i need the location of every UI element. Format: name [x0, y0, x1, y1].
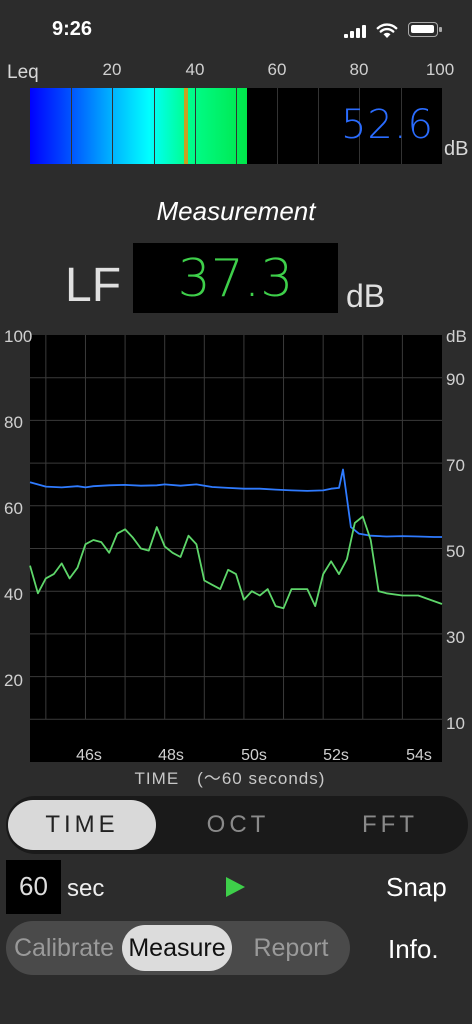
level-meter-fill: [30, 88, 247, 164]
y-right-unit: dB: [446, 327, 467, 346]
meter-tick: 20: [102, 60, 122, 79]
y-left-tick: 100: [4, 327, 32, 346]
y-right-tick: 10: [446, 714, 465, 733]
duration-unit: sec: [67, 875, 105, 902]
battery-icon: [408, 22, 442, 37]
level-meter: 52.6: [30, 88, 442, 164]
x-tick: 52s: [323, 747, 349, 764]
meter-unit: dB: [444, 138, 469, 160]
x-tick: 46s: [76, 747, 102, 764]
y-right-tick: 30: [446, 628, 465, 647]
x-tick: 54s: [406, 747, 432, 764]
x-axis-label: TIME (～60 seconds): [135, 769, 326, 788]
mode-calibrate[interactable]: Calibrate: [10, 925, 118, 971]
page-title: Measurement: [156, 196, 316, 226]
wifi-icon: [376, 23, 398, 38]
meter-tick: 100: [425, 60, 455, 79]
tab-time[interactable]: TIME: [8, 800, 156, 850]
meter-label: Leq: [7, 62, 39, 83]
y-left-tick: 20: [4, 671, 23, 690]
snap-button[interactable]: Snap: [386, 872, 447, 903]
view-segmented-control: TIME OCT FFT: [6, 796, 468, 854]
time-history-chart: 100 80 60 40 20 dB 90 70 50 30 10 46s 48…: [4, 327, 467, 788]
y-left-tick: 40: [4, 585, 23, 604]
reading-value: 37.3: [177, 249, 294, 309]
meter-tick: 80: [349, 60, 369, 79]
tab-fft[interactable]: FFT: [316, 800, 464, 850]
meter-tick: 40: [185, 60, 205, 79]
status-time: 9:26: [52, 18, 93, 40]
duration-field[interactable]: 60: [6, 860, 61, 914]
play-icon[interactable]: [222, 874, 248, 900]
y-right-tick: 90: [446, 370, 465, 389]
cellular-signal-icon: [344, 25, 366, 38]
mode-report[interactable]: Report: [236, 925, 346, 971]
meter-tick: 60: [267, 60, 287, 79]
info-button[interactable]: Info.: [388, 934, 439, 965]
x-tick: 48s: [158, 747, 184, 764]
mode-measure[interactable]: Measure: [122, 925, 232, 971]
y-right-tick: 70: [446, 456, 465, 475]
x-tick: 50s: [241, 747, 267, 764]
duration-value: 60: [19, 871, 48, 901]
reading-unit: dB: [346, 278, 386, 314]
y-left-tick: 60: [4, 499, 23, 518]
mode-segmented-control: Calibrate Measure Report: [6, 921, 350, 975]
tab-oct[interactable]: OCT: [164, 800, 312, 850]
reading-display: 37.3: [133, 243, 338, 313]
reading-label: LF: [65, 259, 122, 312]
meter-value: 52.6: [340, 102, 434, 148]
y-left-tick: 80: [4, 413, 23, 432]
y-right-tick: 50: [446, 542, 465, 561]
level-meter-peak: [183, 88, 188, 164]
